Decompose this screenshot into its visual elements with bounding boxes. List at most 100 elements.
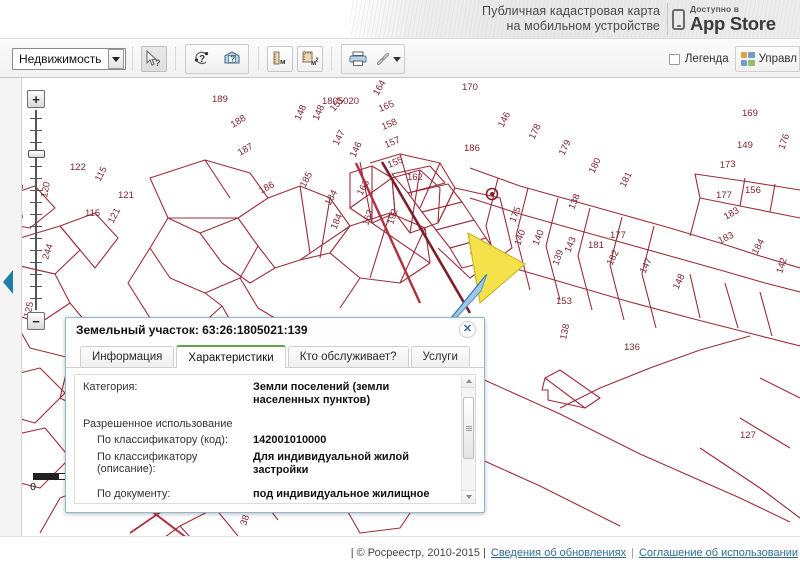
banner-divider [667,3,668,35]
svg-text:136: 136 [624,342,640,353]
popup-title: Земельный участок: 63:26:1805021:139 [76,323,308,337]
svg-text:182: 182 [605,248,622,267]
field-row-classifier-code: По классификатору (код): 142001010000 [83,434,457,447]
select-info-cursor-tool[interactable]: ? [140,46,167,72]
svg-text:?: ? [155,58,161,68]
chevron-left-icon [3,270,13,294]
measure-length-tool[interactable]: м [266,46,293,72]
link-icon [374,50,392,68]
triangle-down-icon[interactable] [462,490,475,503]
svg-text:157: 157 [383,135,402,151]
print-tool[interactable] [345,46,371,72]
svg-text:173: 173 [719,159,736,171]
legend-checkbox-label: Легенда [684,53,729,65]
svg-text:140: 140 [512,228,528,247]
svg-text:185: 185 [298,170,315,189]
management-button-label: Управл [758,53,797,65]
measure-area-tool[interactable]: м 2 [296,46,323,72]
field-row-classifier-description: По классификатору (описание): Для индиви… [83,451,457,477]
search-by-line-tool[interactable]: ? [189,46,215,72]
phone-icon [672,8,685,30]
panel-toggle-handle[interactable] [0,268,16,296]
search-tools-group: ? ? [184,44,249,74]
permalink-tool[interactable] [374,46,402,72]
close-icon[interactable]: ✕ [459,321,476,338]
management-button[interactable]: Управл [734,46,800,72]
field-value: под индивидуальное жилищное [253,488,430,500]
svg-text:148: 148 [671,272,688,291]
banner-line-2: на мобильном устройстве [506,19,660,33]
triangle-up-icon[interactable] [462,375,475,388]
svg-text:169: 169 [742,108,758,119]
printer-icon [348,50,368,68]
output-tools-group [340,44,405,74]
svg-text:2: 2 [315,58,318,64]
cursor-question-icon: ? [144,50,164,68]
field-key: По классификатору (описание): [97,451,198,475]
svg-text:183: 183 [716,230,735,247]
svg-text:177: 177 [716,190,732,201]
svg-text:147: 147 [638,256,655,275]
scrollbar-thumb[interactable] [463,397,474,459]
svg-text:186: 186 [464,143,480,154]
svg-text:143: 143 [563,235,579,254]
popup-tab-content: Категория: Земли поселений (земли населе… [74,374,476,504]
left-sidebar-strip [0,78,22,536]
svg-text:184: 184 [750,237,767,256]
svg-text:181: 181 [618,170,635,189]
svg-text:149: 149 [737,140,753,151]
field-key: Разрешенное использование [83,418,233,430]
ruler-length-icon: м [270,50,290,68]
field-value: Земли поселений (земли населенных пункто… [253,381,390,406]
search-by-polygon-tool[interactable]: ? [219,46,245,72]
tab-informaciya[interactable]: Информация [80,346,175,367]
svg-text:188: 188 [229,113,248,131]
zoom-slider-thumb[interactable] [28,150,45,158]
svg-text:176: 176 [776,132,792,151]
svg-text:122: 122 [70,162,86,173]
banner-line-1: Публичная кадастровая карта [482,4,660,18]
tab-kto-obsluzhivaet[interactable]: Кто обслуживает? [287,346,409,367]
svg-text:121: 121 [106,206,123,225]
field-row-by-document: По документу: под индивидуальное жилищно… [83,488,457,501]
layer-select[interactable]: Недвижимость [12,48,126,70]
chevron-down-icon[interactable] [107,49,124,69]
ruler-area-icon: м 2 [300,50,320,68]
svg-text:178: 178 [527,122,544,141]
tab-harakteristiki[interactable]: Характеристики [176,345,286,368]
svg-text:192: 192 [385,207,400,225]
map-canvas[interactable]: 189 188 187 186 185 184 184 163 163 1805… [0,78,800,536]
toolbar-separator-3 [257,47,259,71]
svg-text:162: 162 [407,172,423,183]
page-footer: | © Росреестр, 2010-2015 | Сведения об о… [0,536,800,569]
svg-text:?: ? [230,54,235,64]
popup-header: Земельный участок: 63:26:1805021:139 ✕ [66,318,484,344]
toolbar-separator [131,47,133,71]
zoom-track[interactable] [35,110,37,310]
grid-icon [740,52,755,66]
zoom-out-button[interactable]: − [27,312,45,330]
svg-text:187: 187 [236,141,255,158]
tab-uslugi[interactable]: Услуги [410,346,470,367]
lasso-question-icon: ? [192,50,212,68]
public-cadastral-map-app: Публичная кадастровая карта на мобильном… [0,0,800,569]
main-toolbar: Недвижимость ? ? ? м м 2 Легенда Управл [0,38,800,78]
layer-select-value: Недвижимость [19,52,102,66]
svg-text:146: 146 [348,140,365,159]
svg-text:186: 186 [257,179,276,196]
zoom-in-button[interactable]: + [27,90,45,108]
field-value: 142001010000 [253,434,327,446]
popup-content-scrollbar[interactable] [461,375,475,503]
characteristics-list: Категория: Земли поселений (земли населе… [75,375,461,503]
zoom-slider-control[interactable]: + − [27,90,49,330]
updates-link[interactable]: Сведения об обновлениях [491,547,626,559]
toolbar-separator-4 [330,47,332,71]
checkbox-box[interactable] [668,53,680,65]
legend-checkbox[interactable]: Легенда [668,53,729,65]
svg-text:179: 179 [557,138,574,157]
app-store-badge[interactable]: Доступно в App Store [672,4,790,34]
copyright-text: | © Росреестр, 2010-2015 | [350,547,486,559]
field-value: Для индивидуальной жилой застройки [253,451,409,476]
field-key: Категория: [83,381,138,393]
usage-agreement-link[interactable]: Соглашение об использовании [639,547,798,559]
